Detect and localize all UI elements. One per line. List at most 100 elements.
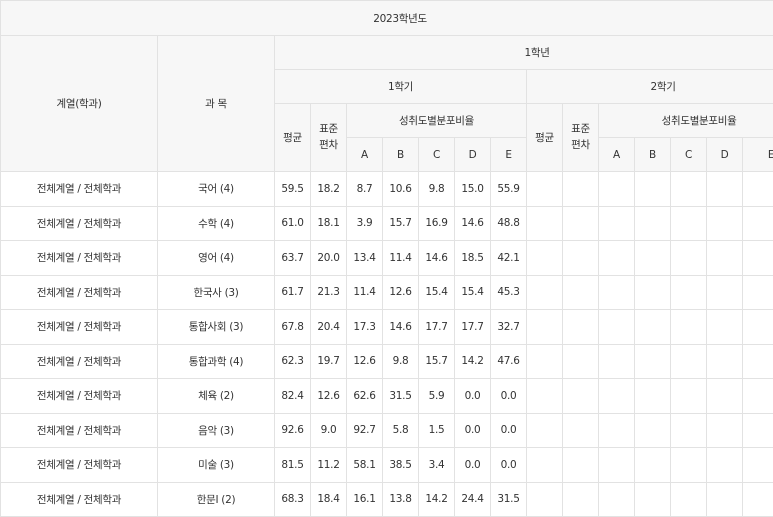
table-row: 전체계열 / 전체학과 한문Ⅰ (2) 68.3 18.4 16.1 13.8 14.2 24…	[0, 481, 773, 517]
s2-empty-cell	[741, 447, 773, 483]
s2-empty-cell	[526, 205, 563, 241]
subject-cell: 영어 (4)	[157, 240, 275, 276]
s2-empty-cell	[670, 240, 707, 276]
table-row: 전체계열 / 전체학과 통합사회 (3) 67.8 20.4 17.3 14.6 17.7 1…	[0, 309, 773, 345]
s1-average-header: 평균	[274, 103, 311, 172]
s1-grade-c-header: C	[418, 137, 455, 172]
grade-c-cell: 14.2	[418, 481, 455, 517]
grade-a-cell: 13.4	[346, 240, 383, 276]
std-dev-cell: 21.3	[310, 274, 347, 310]
subject-cell: 국어 (4)	[157, 171, 275, 207]
grade-b-cell: 31.5	[382, 378, 419, 414]
semester2-header: 2학기	[525, 69, 773, 104]
s2-empty-cell	[706, 481, 743, 517]
s2-empty-cell	[670, 412, 707, 448]
s2-empty-cell	[706, 309, 743, 345]
s2-empty-cell	[670, 274, 707, 310]
s2-empty-cell	[741, 240, 773, 276]
s2-empty-cell	[526, 171, 563, 207]
s1-grade-a-header: A	[346, 137, 383, 172]
grade-d-cell: 15.0	[454, 171, 491, 207]
grade-e-cell: 55.9	[490, 171, 527, 207]
department-cell: 전체계열 / 전체학과	[0, 171, 158, 207]
s1-grade-d-header: D	[454, 137, 491, 172]
s2-empty-cell	[634, 171, 671, 207]
grade-b-cell: 10.6	[382, 171, 419, 207]
std-dev-cell: 12.6	[310, 378, 347, 414]
s2-empty-cell	[741, 412, 773, 448]
grade-d-cell: 17.7	[454, 309, 491, 345]
s2-grade-c-header: C	[670, 137, 707, 172]
s2-empty-cell	[670, 171, 707, 207]
s2-grade-d-header: D	[706, 137, 743, 172]
s2-empty-cell	[526, 412, 563, 448]
s2-empty-cell	[634, 412, 671, 448]
s2-std-header: 표준 편차	[562, 103, 599, 172]
grade-d-cell: 14.2	[454, 343, 491, 379]
department-column-header: 계열(학과)	[0, 35, 158, 172]
s2-empty-cell	[598, 240, 635, 276]
s2-empty-cell	[598, 412, 635, 448]
s2-empty-cell	[526, 447, 563, 483]
std-dev-cell: 11.2	[310, 447, 347, 483]
average-cell: 82.4	[274, 378, 311, 414]
grade-e-cell: 32.7	[490, 309, 527, 345]
department-cell: 전체계열 / 전체학과	[0, 481, 158, 517]
s2-empty-cell	[562, 343, 599, 379]
grade-a-cell: 58.1	[346, 447, 383, 483]
s2-empty-cell	[706, 205, 743, 241]
s2-empty-cell	[526, 378, 563, 414]
grade-b-cell: 13.8	[382, 481, 419, 517]
std-dev-cell: 18.1	[310, 205, 347, 241]
s2-empty-cell	[741, 309, 773, 345]
grade-d-cell: 0.0	[454, 412, 491, 448]
grade-level-header: 1학년	[273, 35, 773, 70]
s2-empty-cell	[706, 412, 743, 448]
average-cell: 81.5	[274, 447, 311, 483]
s2-empty-cell	[526, 481, 563, 517]
grade-e-cell: 45.3	[490, 274, 527, 310]
s2-empty-cell	[562, 240, 599, 276]
s2-empty-cell	[741, 171, 773, 207]
grade-e-cell: 48.8	[490, 205, 527, 241]
s2-empty-cell	[634, 274, 671, 310]
subject-cell: 미술 (3)	[157, 447, 275, 483]
s2-grade-a-header: A	[598, 137, 635, 172]
s2-empty-cell	[741, 343, 773, 379]
table-row: 전체계열 / 전체학과 체육 (2) 82.4 12.6 62.6 31.5 5.9 0.0 0…	[0, 378, 773, 414]
department-cell: 전체계열 / 전체학과	[0, 274, 158, 310]
grade-e-cell: 47.6	[490, 343, 527, 379]
grade-a-cell: 16.1	[346, 481, 383, 517]
s1-distribution-header: 성취도별분포비율	[346, 103, 527, 138]
grade-d-cell: 24.4	[454, 481, 491, 517]
s2-empty-cell	[634, 205, 671, 241]
department-cell: 전체계열 / 전체학과	[0, 378, 158, 414]
s2-empty-cell	[741, 378, 773, 414]
s2-empty-cell	[634, 240, 671, 276]
semester1-header: 1학기	[274, 69, 527, 104]
table-row: 전체계열 / 전체학과 영어 (4) 63.7 20.0 13.4 11.4 14.6 18.…	[0, 240, 773, 276]
grade-b-cell: 11.4	[382, 240, 419, 276]
table-row: 전체계열 / 전체학과 음악 (3) 92.6 9.0 92.7 5.8 1.5 0.0 0.0	[0, 412, 773, 448]
grade-c-cell: 3.4	[418, 447, 455, 483]
table-body: 전체계열 / 전체학과 국어 (4) 59.5 18.2 8.7 10.6 9.8 15.0 5…	[0, 171, 773, 517]
s1-grade-e-header: E	[490, 137, 527, 172]
std-dev-cell: 9.0	[310, 412, 347, 448]
s2-empty-cell	[598, 274, 635, 310]
grade-c-cell: 15.4	[418, 274, 455, 310]
s2-empty-cell	[706, 378, 743, 414]
s2-empty-cell	[598, 205, 635, 241]
s2-empty-cell	[562, 481, 599, 517]
department-cell: 전체계열 / 전체학과	[0, 447, 158, 483]
s2-grade-b-header: B	[634, 137, 671, 172]
std-dev-cell: 20.4	[310, 309, 347, 345]
subject-cell: 수학 (4)	[157, 205, 275, 241]
s2-empty-cell	[598, 309, 635, 345]
table-row: 전체계열 / 전체학과 미술 (3) 81.5 11.2 58.1 38.5 3.4 0.0 0…	[0, 447, 773, 483]
s2-empty-cell	[670, 343, 707, 379]
grade-a-cell: 8.7	[346, 171, 383, 207]
s2-empty-cell	[706, 240, 743, 276]
grade-a-cell: 12.6	[346, 343, 383, 379]
s1-std-header: 표준 편차	[310, 103, 347, 172]
average-cell: 67.8	[274, 309, 311, 345]
